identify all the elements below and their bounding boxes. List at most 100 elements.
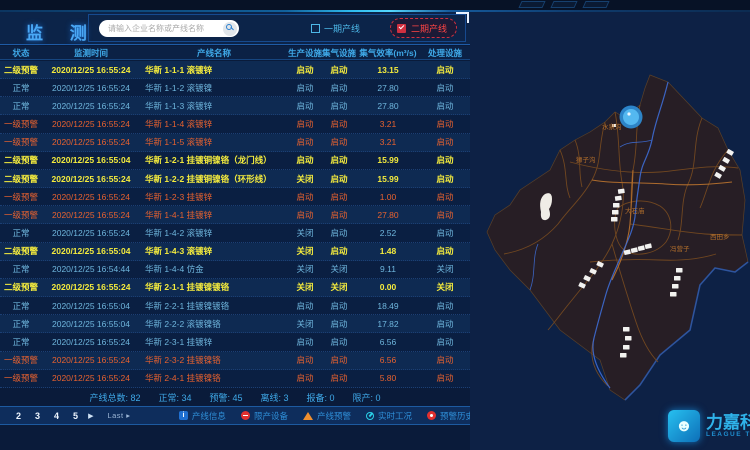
table-row[interactable]: 正常2020/12/25 16:55:24华新 1-4-2 滚镀锌关闭启动2.5… bbox=[0, 224, 470, 242]
line-name-cell: 华新 1-2-1 挂镀铜镍铬（龙门线） bbox=[140, 152, 288, 169]
bottom-bar: 2 3 4 5 ▶ Last ▸ i产线信息 限产设备 产线预警 实时工况 预警历史 bbox=[0, 406, 482, 425]
search-box bbox=[99, 20, 239, 37]
treatment-cell: 关闭 bbox=[420, 279, 470, 296]
efficiency-cell: 15.99 bbox=[356, 152, 420, 169]
phase1-filter-label: 一期产线 bbox=[324, 22, 360, 35]
legend-label: 限产设备 bbox=[254, 410, 288, 422]
treatment-cell: 启动 bbox=[420, 333, 470, 350]
map-monitor-marker[interactable] bbox=[620, 106, 643, 129]
time-cell: 2020/12/25 16:55:04 bbox=[42, 315, 140, 332]
table-row[interactable]: 正常2020/12/25 16:55:24华新 1-1-3 滚镀锌启动启动27.… bbox=[0, 97, 470, 115]
prod-facility-cell: 启动 bbox=[288, 115, 322, 132]
search-button[interactable] bbox=[223, 22, 237, 36]
table-row[interactable]: 正常2020/12/25 16:55:04华新 2-2-1 挂镀镍镀铬启动启动1… bbox=[0, 297, 470, 315]
column-header: 产线名称 bbox=[140, 46, 288, 59]
table-row[interactable]: 一级预警2020/12/25 16:55:24华新 2-4-1 挂镀镍铬启动启动… bbox=[0, 370, 470, 388]
table-row[interactable]: 正常2020/12/25 16:54:44华新 1-4-4 仿金关闭关闭9.11… bbox=[0, 261, 470, 279]
gas-facility-cell: 启动 bbox=[322, 115, 356, 132]
table-row[interactable]: 二级预警2020/12/25 16:55:24华新 1-2-2 挂镀铜镍铬（环形… bbox=[0, 170, 470, 188]
last-page-button[interactable]: Last ▸ bbox=[107, 411, 130, 420]
status-cell: 二级预警 bbox=[0, 61, 42, 78]
treatment-cell: 启动 bbox=[420, 315, 470, 332]
magnifier-icon bbox=[226, 24, 232, 30]
prod-facility-cell: 启动 bbox=[288, 333, 322, 350]
page-number[interactable]: 4 bbox=[54, 411, 59, 421]
treatment-cell: 启动 bbox=[420, 224, 470, 241]
line-name-cell: 华新 1-4-2 滚镀锌 bbox=[140, 224, 288, 241]
table-row[interactable]: 二级预警2020/12/25 16:55:04华新 1-2-1 挂镀铜镍铬（龙门… bbox=[0, 152, 470, 170]
line-name-cell: 华新 1-1-2 滚镀镍 bbox=[140, 79, 288, 96]
table-row[interactable]: 二级预警2020/12/25 16:55:24华新 2-1-1 挂镀镍镀铬关闭关… bbox=[0, 279, 470, 297]
map-legend: i产线信息 限产设备 产线预警 实时工况 预警历史 bbox=[179, 410, 474, 422]
prod-facility-cell: 关闭 bbox=[288, 243, 322, 260]
prod-facility-cell: 启动 bbox=[288, 97, 322, 114]
district-map[interactable]: 水泉沟狮子沟大石庙西田乡冯营子 bbox=[470, 12, 750, 450]
phase2-filter-button[interactable]: 二期产线 bbox=[390, 18, 457, 38]
brand-logo: ☻ 力嘉科技 LEAGUE TECH bbox=[668, 404, 750, 448]
pagination: 2 3 4 5 bbox=[16, 411, 78, 421]
time-cell: 2020/12/25 16:55:24 bbox=[42, 352, 140, 369]
status-cell: 二级预警 bbox=[0, 279, 42, 296]
status-cell: 正常 bbox=[0, 79, 42, 96]
table-row[interactable]: 正常2020/12/25 16:55:24华新 2-3-1 挂镀锌启动启动6.5… bbox=[0, 333, 470, 351]
table-row[interactable]: 正常2020/12/25 16:55:04华新 2-2-2 滚镀镍铬关闭启动17… bbox=[0, 315, 470, 333]
table-row[interactable]: 二级预警2020/12/25 16:55:24华新 1-1-1 滚镀锌启动启动1… bbox=[0, 61, 470, 79]
column-header: 集气效率(m³/s) bbox=[356, 46, 420, 59]
legend-item[interactable]: 限产设备 bbox=[241, 410, 288, 422]
time-cell: 2020/12/25 16:55:24 bbox=[42, 188, 140, 205]
table-row[interactable]: 一级预警2020/12/25 16:55:24华新 1-1-5 滚镀锌启动启动3… bbox=[0, 134, 470, 152]
legend-label: 预警历史 bbox=[440, 410, 474, 422]
efficiency-cell: 1.48 bbox=[356, 243, 420, 260]
gas-facility-cell: 启动 bbox=[322, 97, 356, 114]
status-cell: 二级预警 bbox=[0, 170, 42, 187]
prod-facility-cell: 关闭 bbox=[288, 170, 322, 187]
phase1-filter-checkbox[interactable]: 一期产线 bbox=[311, 22, 360, 35]
efficiency-cell: 9.11 bbox=[356, 261, 420, 278]
legend-item[interactable]: 产线预警 bbox=[303, 410, 351, 422]
stats-bar: 产线总数: 82正常: 34预警: 45离线: 3报备: 0限产: 0 bbox=[0, 388, 470, 406]
status-cell: 一级预警 bbox=[0, 115, 42, 132]
deco-shape bbox=[550, 1, 577, 8]
logo-company-name-en: LEAGUE TECH bbox=[706, 432, 750, 439]
efficiency-cell: 15.99 bbox=[356, 170, 420, 187]
time-cell: 2020/12/25 16:55:24 bbox=[42, 97, 140, 114]
time-cell: 2020/12/25 16:55:24 bbox=[42, 206, 140, 223]
prod-facility-cell: 关闭 bbox=[288, 315, 322, 332]
efficiency-cell: 27.80 bbox=[356, 79, 420, 96]
efficiency-cell: 6.56 bbox=[356, 352, 420, 369]
line-name-cell: 华新 2-2-1 挂镀镍镀铬 bbox=[140, 297, 288, 314]
next-page-button[interactable]: ▶ bbox=[88, 412, 93, 420]
page-number[interactable]: 3 bbox=[35, 411, 40, 421]
table-row[interactable]: 一级预警2020/12/25 16:55:24华新 1-4-1 挂镀锌启动启动2… bbox=[0, 206, 470, 224]
legend-item[interactable]: i产线信息 bbox=[179, 410, 226, 422]
time-cell: 2020/12/25 16:54:44 bbox=[42, 261, 140, 278]
history-icon bbox=[427, 411, 436, 420]
gas-facility-cell: 关闭 bbox=[322, 261, 356, 278]
stat-item: 预警: 45 bbox=[209, 391, 242, 404]
prod-facility-cell: 启动 bbox=[288, 152, 322, 169]
status-cell: 一级预警 bbox=[0, 206, 42, 223]
page-number[interactable]: 5 bbox=[73, 411, 78, 421]
gauge-icon bbox=[366, 412, 374, 420]
table-row[interactable]: 一级预警2020/12/25 16:55:24华新 2-3-2 挂镀镍铬启动启动… bbox=[0, 352, 470, 370]
table-row[interactable]: 正常2020/12/25 16:55:24华新 1-1-2 滚镀镍启动启动27.… bbox=[0, 79, 470, 97]
page-number[interactable]: 2 bbox=[16, 411, 21, 421]
treatment-cell: 启动 bbox=[420, 297, 470, 314]
prod-facility-cell: 关闭 bbox=[288, 224, 322, 241]
logo-company-name: 力嘉科技 bbox=[706, 414, 750, 432]
deco-shape bbox=[582, 1, 609, 8]
table-row[interactable]: 一级预警2020/12/25 16:55:24华新 1-1-4 滚镀锌启动启动3… bbox=[0, 115, 470, 133]
info-icon: i bbox=[179, 411, 188, 420]
status-cell: 二级预警 bbox=[0, 152, 42, 169]
page-title: 监 测 bbox=[26, 19, 98, 44]
status-cell: 正常 bbox=[0, 97, 42, 114]
table-row[interactable]: 一级预警2020/12/25 16:55:24华新 1-2-3 挂镀锌启动启动1… bbox=[0, 188, 470, 206]
search-input[interactable] bbox=[99, 24, 223, 33]
gas-facility-cell: 启动 bbox=[322, 352, 356, 369]
legend-item[interactable]: 预警历史 bbox=[427, 410, 474, 422]
table-row[interactable]: 二级预警2020/12/25 16:55:04华新 1-4-3 滚镀锌关闭启动1… bbox=[0, 243, 470, 261]
legend-item[interactable]: 实时工况 bbox=[366, 410, 412, 422]
time-cell: 2020/12/25 16:55:24 bbox=[42, 134, 140, 151]
time-cell: 2020/12/25 16:55:24 bbox=[42, 61, 140, 78]
stat-item: 离线: 3 bbox=[261, 391, 289, 404]
